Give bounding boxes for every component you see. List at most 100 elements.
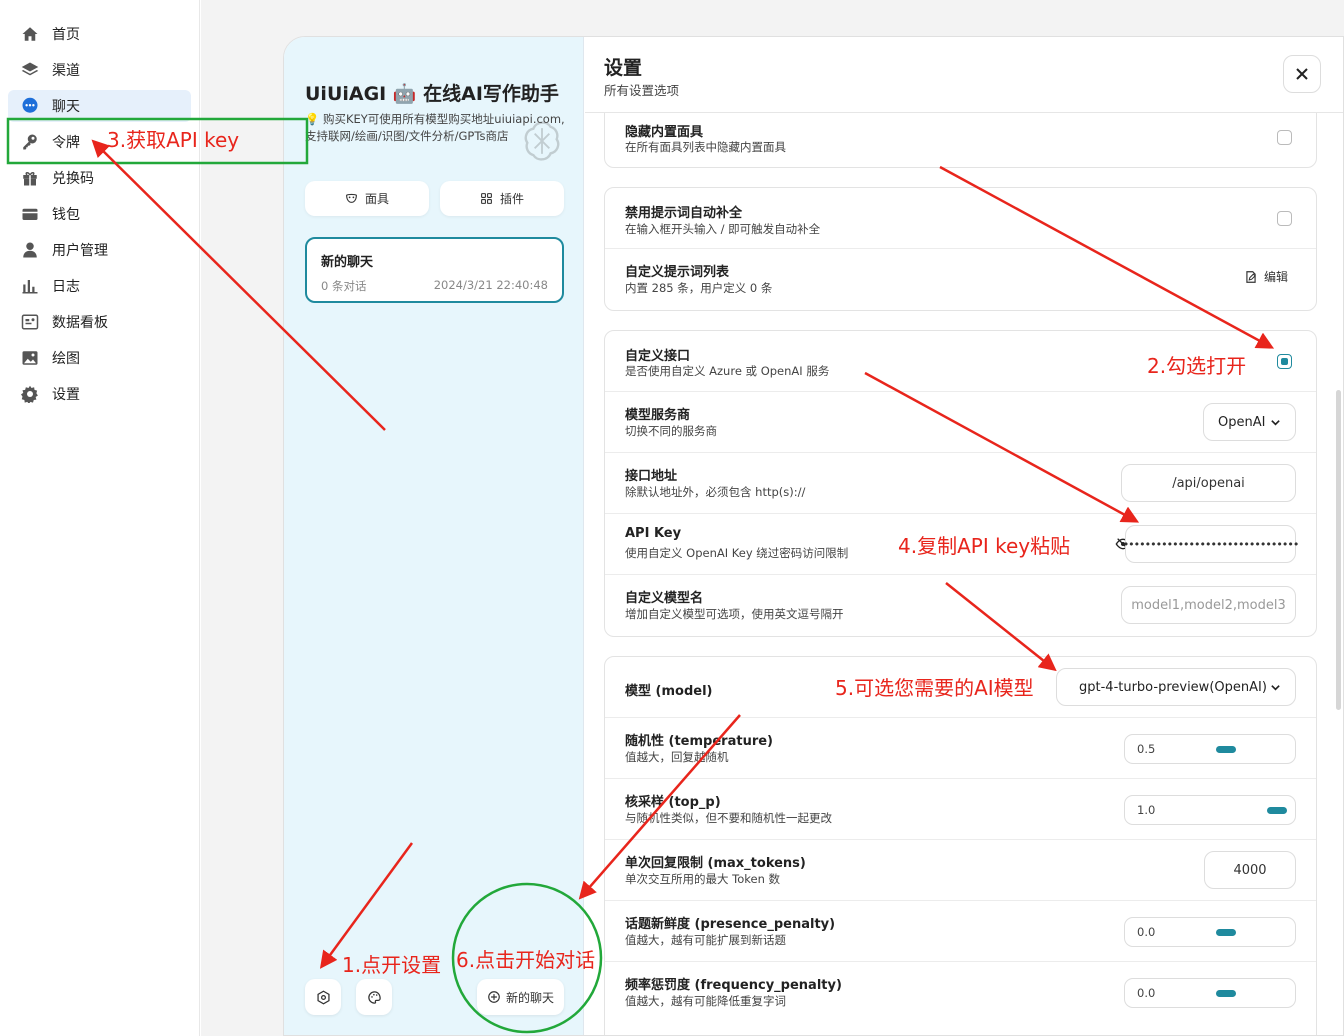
model-select[interactable]: gpt-4-turbo-preview(OpenAI) bbox=[1056, 668, 1296, 706]
slider-thumb[interactable] bbox=[1216, 929, 1236, 936]
presence-penalty-slider[interactable]: 0.0 bbox=[1124, 917, 1296, 947]
sidebar-item-label: 数据看板 bbox=[52, 315, 108, 331]
top-p-slider[interactable]: 1.0 bbox=[1124, 795, 1296, 825]
temperature-slider[interactable]: 0.5 bbox=[1124, 734, 1296, 764]
chat-list-item[interactable]: 新的聊天 0 条对话 2024/3/21 22:40:48 bbox=[305, 237, 564, 303]
setting-title: 自定义模型名 bbox=[625, 591, 704, 606]
sidebar-item-drawing[interactable]: 绘图 bbox=[8, 342, 191, 374]
sidebar-item-home[interactable]: 首页 bbox=[8, 18, 191, 50]
setting-title: 模型服务商 bbox=[625, 408, 691, 423]
new-chat-label: 新的聊天 bbox=[505, 990, 554, 1005]
annotation-step4: 4.复制API key粘贴 bbox=[898, 534, 1071, 558]
settings-button[interactable] bbox=[305, 979, 341, 1015]
max-tokens-input[interactable]: 4000 bbox=[1204, 851, 1296, 889]
wallet-icon bbox=[20, 204, 40, 224]
settings-header: 设置 所有设置选项 bbox=[585, 37, 1343, 113]
theme-button[interactable] bbox=[356, 979, 392, 1015]
annotation-step2: 2.勾选打开 bbox=[1147, 354, 1247, 378]
setting-desc: 切换不同的服务商 bbox=[625, 424, 717, 438]
openai-logo-icon bbox=[524, 121, 560, 161]
sidebar-item-label: 钱包 bbox=[52, 207, 80, 223]
custom-models-input[interactable]: model1,model2,model3 bbox=[1121, 586, 1296, 624]
endpoint-url-input[interactable]: /api/openai bbox=[1121, 464, 1296, 502]
sidebar-item-label: 聊天 bbox=[52, 99, 80, 115]
gear-icon bbox=[316, 990, 330, 1004]
plugins-label: 插件 bbox=[499, 192, 524, 206]
layers-icon bbox=[20, 60, 40, 80]
provider-select[interactable]: OpenAI bbox=[1203, 403, 1296, 441]
home-icon bbox=[20, 24, 40, 44]
setting-desc: 值越大，回复越随机 bbox=[625, 750, 729, 764]
annotation-step3: 3.获取API key bbox=[107, 128, 240, 152]
settings-title: 设置 bbox=[604, 57, 643, 79]
sidebar-item-users[interactable]: 用户管理 bbox=[8, 234, 191, 266]
palette-icon bbox=[367, 990, 381, 1004]
chevron-down-icon bbox=[1271, 684, 1280, 691]
user-icon bbox=[20, 240, 40, 260]
setting-desc: 值越大，越有可能降低重复字词 bbox=[625, 994, 786, 1008]
plugins-button[interactable]: 插件 bbox=[440, 181, 564, 216]
slider-thumb[interactable] bbox=[1216, 990, 1236, 997]
custom-endpoint-checkbox[interactable] bbox=[1277, 354, 1292, 369]
app-title: UiUiAGI 🤖 在线AI写作助手 bbox=[305, 83, 559, 105]
image-icon bbox=[20, 348, 40, 368]
sidebar-item-dashboard[interactable]: 数据看板 bbox=[8, 306, 191, 338]
setting-title: 自定义提示词列表 bbox=[625, 265, 730, 280]
hide-masks-checkbox[interactable] bbox=[1277, 130, 1292, 145]
setting-desc: 除默认地址外，必须包含 http(s):// bbox=[625, 485, 806, 499]
new-chat-button[interactable]: 新的聊天 bbox=[477, 979, 564, 1015]
slider-thumb[interactable] bbox=[1216, 746, 1236, 753]
sidebar-item-label: 绘图 bbox=[52, 351, 80, 367]
setting-row-custom-models: 自定义模型名 增加自定义模型可选项，使用英文逗号隔开 model1,model2… bbox=[605, 575, 1316, 636]
setting-row-max-tokens: 单次回复限制 (max_tokens) 单次交互所用的最大 Token 数 40… bbox=[605, 840, 1316, 901]
setting-row-prompt-list: 自定义提示词列表 内置 285 条，用户定义 0 条 编辑 bbox=[605, 249, 1316, 310]
sidebar-item-channels[interactable]: 渠道 bbox=[8, 54, 191, 86]
sidebar-item-logs[interactable]: 日志 bbox=[8, 270, 191, 302]
gift-icon bbox=[20, 168, 40, 188]
setting-row-top-p: 核采样 (top_p) 与随机性类似，但不要和随机性一起更改 1.0 bbox=[605, 779, 1316, 840]
setting-desc: 与随机性类似，但不要和随机性一起更改 bbox=[625, 811, 832, 825]
api-key-input[interactable]: •••••••••••••••••••••••••••••••• bbox=[1123, 525, 1299, 563]
setting-title: 自定义接口 bbox=[625, 349, 691, 364]
setting-title: 频率惩罚度 (frequency_penalty) bbox=[625, 978, 842, 993]
sidebar-item-settings[interactable]: 设置 bbox=[8, 378, 191, 410]
setting-row-endpoint-url: 接口地址 除默认地址外，必须包含 http(s):// /api/openai bbox=[605, 453, 1316, 514]
disable-autocomplete-checkbox[interactable] bbox=[1277, 211, 1292, 226]
setting-desc: 内置 285 条，用户定义 0 条 bbox=[625, 281, 773, 295]
sidebar-item-redeem[interactable]: 兑换码 bbox=[8, 162, 191, 194]
plus-circle-icon bbox=[488, 991, 500, 1003]
masks-button[interactable]: 面具 bbox=[305, 181, 429, 216]
sidebar-item-chat[interactable]: 聊天 bbox=[8, 90, 191, 122]
sidebar-item-label: 首页 bbox=[52, 27, 80, 43]
sidebar-item-label: 兑换码 bbox=[52, 171, 94, 187]
annotation-step1: 1.点开设置 bbox=[342, 953, 442, 977]
close-button[interactable] bbox=[1283, 55, 1321, 93]
gear-icon bbox=[20, 384, 40, 404]
setting-desc: 在所有面具列表中隐藏内置面具 bbox=[625, 140, 786, 154]
frequency-penalty-slider[interactable]: 0.0 bbox=[1124, 978, 1296, 1008]
mask-icon bbox=[346, 193, 357, 203]
slider-value: 0.0 bbox=[1137, 986, 1156, 1000]
sidebar-item-wallet[interactable]: 钱包 bbox=[8, 198, 191, 230]
chat-app-window: UiUiAGI 🤖 在线AI写作助手 💡 购买KEY可使用所有模型购买地址uiu… bbox=[283, 36, 1344, 1036]
model-value: gpt-4-turbo-preview(OpenAI) bbox=[1079, 679, 1267, 695]
setting-title: 模型 (model) bbox=[625, 684, 713, 699]
settings-subtitle: 所有设置选项 bbox=[604, 83, 680, 98]
edit-prompts-button[interactable]: 编辑 bbox=[1244, 268, 1288, 285]
slider-value: 0.5 bbox=[1137, 742, 1156, 756]
masks-label: 面具 bbox=[364, 192, 389, 206]
chat-sidebar: UiUiAGI 🤖 在线AI写作助手 💡 购买KEY可使用所有模型购买地址uiu… bbox=[284, 37, 584, 1035]
setting-row-presence-penalty: 话题新鲜度 (presence_penalty) 值越大，越有可能扩展到新话题 … bbox=[605, 901, 1316, 962]
setting-desc: 单次交互所用的最大 Token 数 bbox=[625, 872, 781, 886]
slider-thumb[interactable] bbox=[1267, 807, 1287, 814]
setting-title: 单次回复限制 (max_tokens) bbox=[625, 856, 806, 871]
dashboard-icon bbox=[20, 312, 40, 332]
setting-row-temperature: 随机性 (temperature) 值越大，回复越随机 0.5 bbox=[605, 718, 1316, 779]
setting-title: 核采样 (top_p) bbox=[625, 795, 721, 810]
close-icon bbox=[1296, 68, 1308, 80]
setting-title: 隐藏内置面具 bbox=[625, 125, 704, 140]
sidebar-item-label: 设置 bbox=[52, 387, 80, 403]
annotation-step6: 6.点击开始对话 bbox=[456, 948, 596, 972]
edit-label: 编辑 bbox=[1263, 270, 1288, 284]
settings-scrollbar[interactable] bbox=[1336, 390, 1341, 710]
